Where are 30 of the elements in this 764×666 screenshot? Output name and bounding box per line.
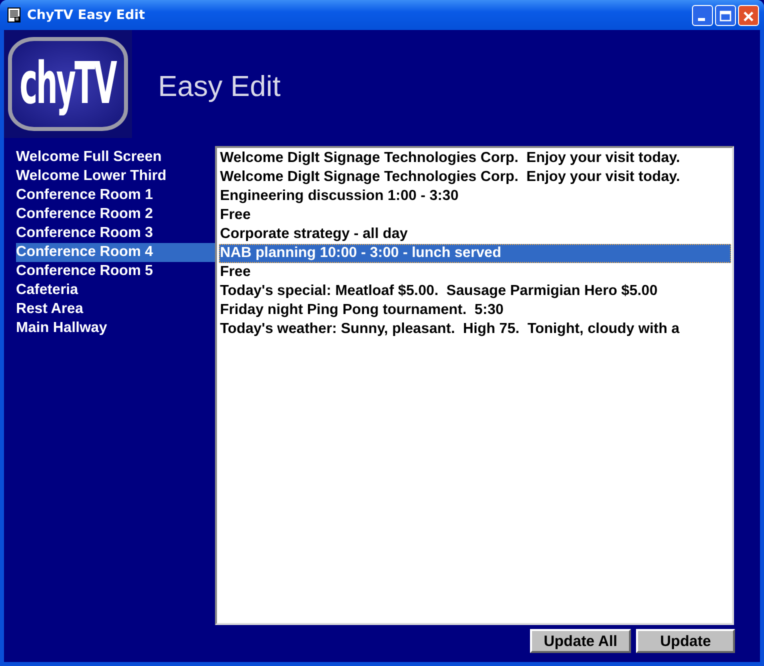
app-title: Easy Edit — [158, 70, 280, 104]
message-item[interactable]: NAB planning 10:00 - 3:00 - lunch served — [219, 244, 731, 263]
message-item[interactable]: Today's special: Meatloaf $5.00. Sausage Parmigian Hero $5.00 — [219, 282, 731, 301]
location-item[interactable]: Conference Room 2 — [16, 205, 215, 224]
close-button[interactable] — [738, 4, 759, 26]
message-item[interactable]: Welcome DigIt Signage Technologies Corp. Enjoy your visit today. — [219, 149, 731, 168]
location-item[interactable]: Main Hallway — [16, 319, 215, 338]
message-item[interactable]: Today's weather: Sunny, pleasant. High 75. Tonight, cloudy with a — [219, 320, 731, 339]
update-button[interactable]: Update — [636, 629, 735, 653]
message-item[interactable]: Free — [219, 263, 731, 282]
location-item[interactable]: Conference Room 3 — [16, 224, 215, 243]
message-item[interactable]: Engineering discussion 1:00 - 3:30 — [219, 187, 731, 206]
message-item[interactable]: Corporate strategy - all day — [219, 225, 731, 244]
maximize-button[interactable] — [715, 4, 736, 26]
location-item[interactable]: Rest Area — [16, 300, 215, 319]
minimize-icon — [698, 18, 705, 20]
update-all-button[interactable]: Update All — [530, 629, 631, 653]
location-item[interactable]: Conference Room 4 — [16, 243, 215, 262]
location-item[interactable]: Welcome Full Screen — [16, 148, 215, 167]
location-item[interactable]: Cafeteria — [16, 281, 215, 300]
message-item[interactable]: Friday night Ping Pong tournament. 5:30 — [219, 301, 731, 320]
document-icon — [7, 7, 21, 23]
location-item[interactable]: Conference Room 5 — [16, 262, 215, 281]
message-item[interactable]: Free — [219, 206, 731, 225]
logo: chyTV — [4, 30, 132, 138]
location-item[interactable]: Conference Room 1 — [16, 186, 215, 205]
window-title: ChyTV Easy Edit — [27, 8, 145, 22]
message-item[interactable]: Welcome DigIt Signage Technologies Corp. Enjoy your visit today. — [219, 168, 731, 187]
location-item[interactable]: Welcome Lower Third — [16, 167, 215, 186]
minimize-button[interactable] — [692, 4, 713, 26]
